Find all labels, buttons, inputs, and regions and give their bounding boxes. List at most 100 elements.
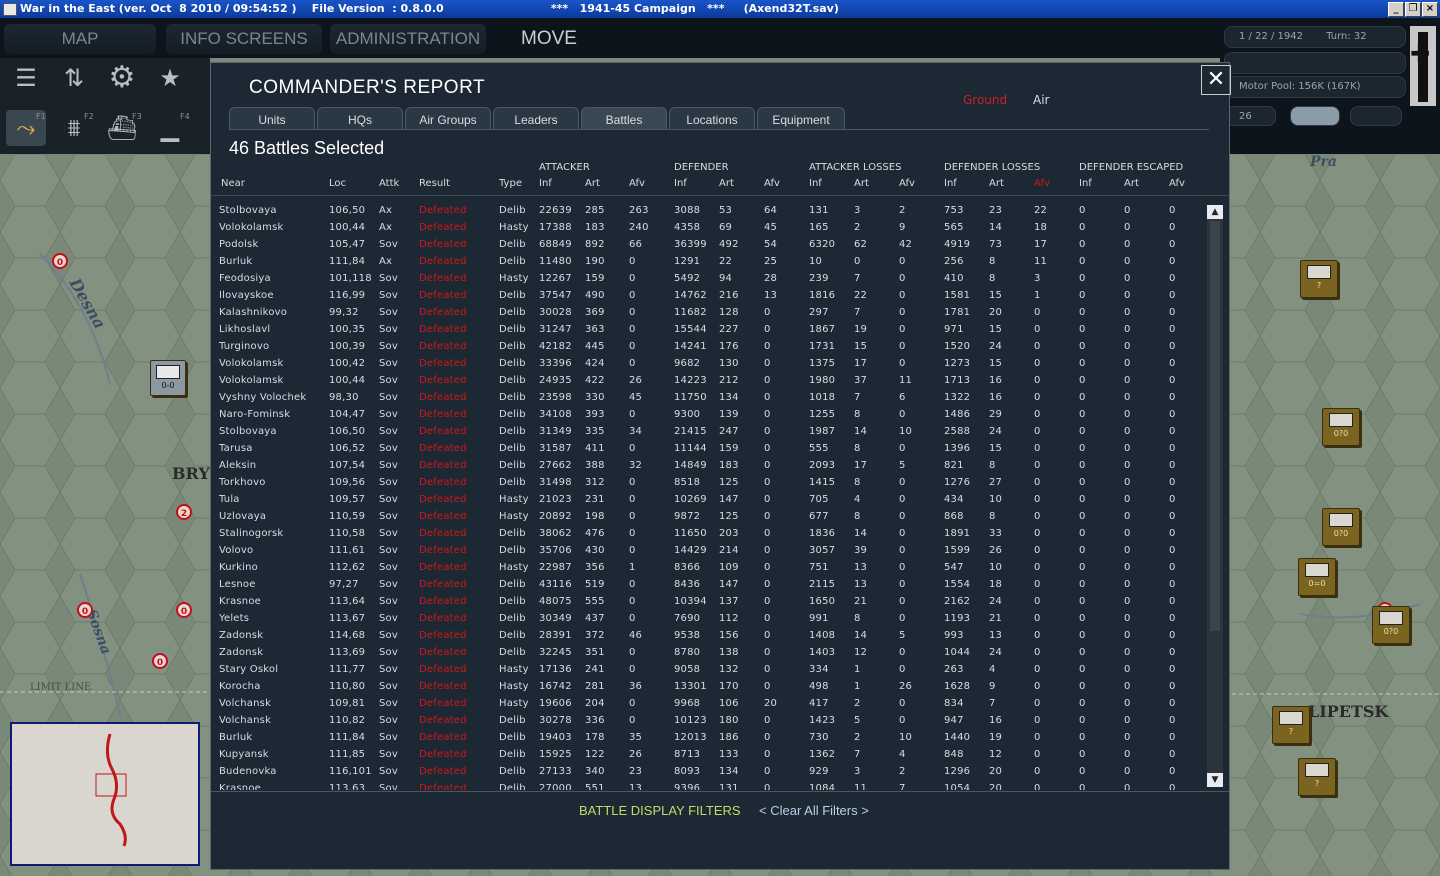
col-header-loc[interactable]: Loc (329, 178, 346, 189)
tab-battles[interactable]: Battles (581, 107, 667, 129)
minimap[interactable] (10, 722, 200, 866)
tab-hqs[interactable]: HQs (317, 107, 403, 129)
cell-near[interactable]: Krasnoe (219, 783, 261, 790)
cell-near[interactable]: Burluk (219, 732, 252, 743)
battle-row[interactable]: Turginovo 100,39 Sov Defeated Delib 42182 445 0… (211, 338, 1201, 355)
scroll-up-button[interactable]: ▲ (1207, 205, 1223, 219)
toggle-field[interactable] (1290, 106, 1340, 126)
col-header-att-inf[interactable]: Inf (539, 178, 552, 189)
cell-near[interactable]: Stolbovaya (219, 205, 277, 216)
battle-row[interactable]: Stary Oskol 111,77 Sov Defeated Hasty 17136 24… (211, 661, 1201, 678)
cell-near[interactable]: Burluk (219, 256, 252, 267)
col-header-type[interactable]: Type (499, 178, 522, 189)
battle-row[interactable]: Volovo 111,61 Sov Defeated Delib 35706 430 0 144… (211, 542, 1201, 559)
col-header-defesc-inf[interactable]: Inf (1079, 178, 1092, 189)
close-report-button[interactable]: ✕ (1201, 65, 1231, 95)
restore-button[interactable]: ❐ (1405, 2, 1421, 17)
cell-near[interactable]: Torkhovo (219, 477, 266, 488)
battle-row[interactable]: Ilovayskoe 116,99 Sov Defeated Delib 37547 490… (211, 287, 1201, 304)
battle-row[interactable]: Kurkino 112,62 Sov Defeated Hasty 22987 356 1 83… (211, 559, 1201, 576)
battle-row[interactable]: Naro-Fominsk 104,47 Sov Defeated Delib 34108 3… (211, 406, 1201, 423)
battle-row[interactable]: Likhoslavl 100,35 Sov Defeated Delib 31247 363… (211, 321, 1201, 338)
col-header-defesc-art[interactable]: Art (1124, 178, 1139, 189)
battle-row[interactable]: Kalashnikovo 99,32 Sov Defeated Delib 30028 36… (211, 304, 1201, 321)
cell-near[interactable]: Kupyansk (219, 749, 269, 760)
battle-row[interactable]: Zadonsk 114,68 Sov Defeated Delib 28391 372 46 9… (211, 627, 1201, 644)
col-header-attloss-art[interactable]: Art (854, 178, 869, 189)
cell-near[interactable]: Yelets (219, 613, 249, 624)
scroll-thumb[interactable] (1210, 221, 1220, 631)
unit-counter[interactable]: 0?0 (1322, 508, 1360, 546)
col-header-def-afv[interactable]: Afv (764, 178, 780, 189)
battle-row[interactable]: Stolbovaya 106,50 Ax Defeated Delib 22639 285 2… (211, 202, 1201, 219)
clear-all-filters-button[interactable]: < Clear All Filters > (759, 803, 869, 818)
cell-near[interactable]: Stary Oskol (219, 664, 278, 675)
battle-row[interactable]: Burluk 111,84 Sov Defeated Delib 19403 178 35 12… (211, 729, 1201, 746)
cell-near[interactable]: Volokolamsk (219, 375, 283, 386)
cell-near[interactable]: Zadonsk (219, 647, 263, 658)
battle-row[interactable]: Volokolamsk 100,42 Sov Defeated Delib 33396 42… (211, 355, 1201, 372)
col-header-defloss-art[interactable]: Art (989, 178, 1004, 189)
cell-near[interactable]: Krasnoe (219, 596, 261, 607)
battle-row[interactable]: Aleksin 107,54 Sov Defeated Delib 27662 388 32 1… (211, 457, 1201, 474)
cell-near[interactable]: Stalinogorsk (219, 528, 283, 539)
ground-toggle[interactable]: Ground (963, 93, 1007, 107)
unit-marker[interactable]: 0 (152, 653, 168, 669)
battle-row[interactable]: Kupyansk 111,85 Sov Defeated Delib 15925 122 26… (211, 746, 1201, 763)
battle-row[interactable]: Volchansk 109,81 Sov Defeated Hasty 19606 204 0… (211, 695, 1201, 712)
minimize-button[interactable]: _ (1388, 2, 1404, 17)
cell-near[interactable]: Volchansk (219, 715, 271, 726)
window-close-button[interactable]: × (1422, 2, 1438, 17)
unit-counter[interactable]: ? (1300, 260, 1338, 298)
battle-row[interactable]: Budenovka 116,101 Sov Defeated Delib 27133 340… (211, 763, 1201, 780)
cell-near[interactable]: Naro-Fominsk (219, 409, 290, 420)
air-toggle[interactable]: Air (1033, 93, 1049, 107)
cell-near[interactable]: Volovo (219, 545, 253, 556)
battle-row[interactable]: Stolbovaya 106,50 Sov Defeated Delib 31349 335… (211, 423, 1201, 440)
info-screens-menu[interactable]: INFO SCREENS (166, 24, 322, 54)
battle-row[interactable]: Torkhovo 109,56 Sov Defeated Delib 31498 312 0 8… (211, 474, 1201, 491)
battle-row[interactable]: Podolsk 105,47 Sov Defeated Delib 68849 892 66 3… (211, 236, 1201, 253)
cell-near[interactable]: Tula (219, 494, 240, 505)
battle-row[interactable]: Volokolamsk 100,44 Ax Defeated Hasty 17388 183… (211, 219, 1201, 236)
stack-icon[interactable]: ☰ (6, 60, 46, 96)
unit-marker[interactable]: 2 (176, 504, 192, 520)
map-information-menu[interactable]: MAP INFORMATION (4, 24, 156, 78)
battle-row[interactable]: Volchansk 110,82 Sov Defeated Delib 30278 336 0… (211, 712, 1201, 729)
battle-row[interactable]: Krasnoe 113,63 Sov Defeated Delib 27000 551 13 9… (211, 780, 1201, 790)
tab-equipment[interactable]: Equipment (757, 107, 845, 129)
unit-counter[interactable]: ? (1298, 758, 1336, 796)
cell-near[interactable]: Turginovo (219, 341, 269, 352)
scroll-down-button[interactable]: ▼ (1207, 773, 1223, 787)
col-header-attloss-inf[interactable]: Inf (809, 178, 822, 189)
cell-near[interactable]: Uzlovaya (219, 511, 266, 522)
cell-near[interactable]: Ilovayskoe (219, 290, 274, 301)
cell-near[interactable]: Tarusa (219, 443, 253, 454)
battle-row[interactable]: Feodosiya 101,118 Sov Defeated Hasty 12267 159… (211, 270, 1201, 287)
col-header-def-inf[interactable]: Inf (674, 178, 687, 189)
col-header-att-afv[interactable]: Afv (629, 178, 645, 189)
cell-near[interactable]: Kurkino (219, 562, 258, 573)
col-header-defloss-afv[interactable]: Afv (1034, 178, 1050, 189)
battle-row[interactable]: Uzlovaya 110,59 Sov Defeated Hasty 20892 198 0 9… (211, 508, 1201, 525)
battle-display-filters-button[interactable]: BATTLE DISPLAY FILTERS (579, 803, 741, 818)
cell-near[interactable]: Budenovka (219, 766, 277, 777)
cell-near[interactable]: Volokolamsk (219, 222, 283, 233)
unit-counter[interactable]: 0-0 (150, 360, 186, 396)
unit-counter[interactable]: 0?0 (1372, 606, 1410, 644)
gear-icon[interactable]: ⚙ (102, 60, 142, 96)
cell-near[interactable]: Feodosiya (219, 273, 271, 284)
cell-near[interactable]: Podolsk (219, 239, 258, 250)
unit-counter[interactable]: ? (1272, 706, 1310, 744)
battle-row[interactable]: Zadonsk 113,69 Sov Defeated Delib 32245 351 0 87… (211, 644, 1201, 661)
unit-marker[interactable]: 0 (77, 602, 93, 618)
battle-row[interactable]: Tarusa 106,52 Sov Defeated Delib 31587 411 0 111… (211, 440, 1201, 457)
col-header-result[interactable]: Result (419, 178, 450, 189)
col-header-defesc-afv[interactable]: Afv (1169, 178, 1185, 189)
administration-menu[interactable]: ADMINISTRATION (330, 24, 486, 54)
cell-near[interactable]: Korocha (219, 681, 261, 692)
tab-locations[interactable]: Locations (669, 107, 755, 129)
col-header-att-art[interactable]: Art (585, 178, 600, 189)
cell-near[interactable]: Vyshny Volochek (219, 392, 306, 403)
cell-near[interactable]: Volchansk (219, 698, 271, 709)
